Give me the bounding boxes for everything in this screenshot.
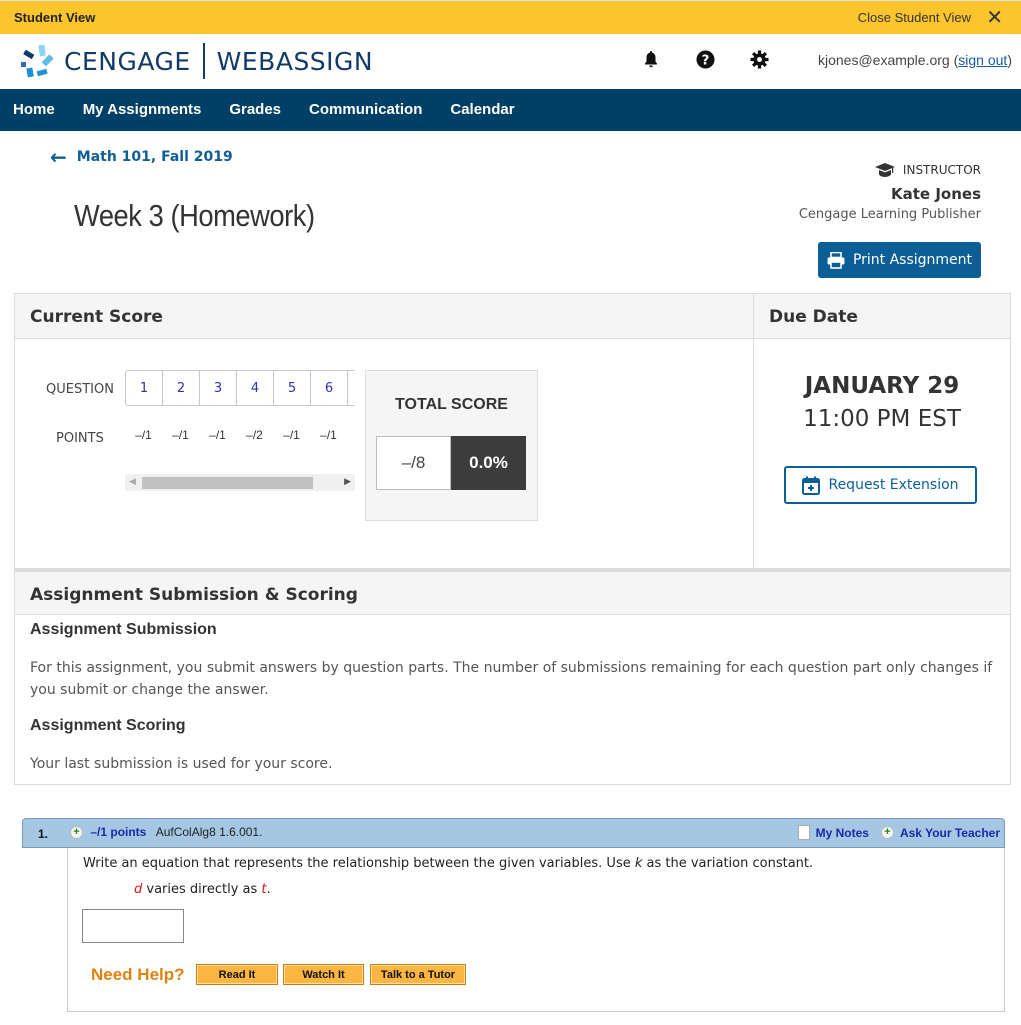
question-points-value: –/1 points: [90, 825, 147, 839]
question-body: Write an equation that represents the re…: [67, 848, 1005, 1012]
assignment-scoring-text: Your last submission is used for your sc…: [30, 756, 333, 772]
question-link-1[interactable]: 1: [126, 371, 163, 405]
help-icon[interactable]: ?: [695, 49, 715, 69]
assignment-submission-text: For this assignment, you submit answers …: [30, 660, 993, 698]
question-link-3[interactable]: 3: [200, 371, 237, 405]
submission-scoring-panel: Assignment Submission & Scoring Assignme…: [14, 568, 1011, 785]
instructor-label: INSTRUCTOR: [902, 163, 981, 177]
question-points: –/1: [283, 428, 300, 442]
question-points: –/1: [209, 428, 226, 442]
question-link-2[interactable]: 2: [163, 371, 200, 405]
due-time: 11:00 PM EST: [803, 406, 961, 432]
question-subprompt: d varies directly as t.: [134, 882, 271, 897]
due-date: JANUARY 29: [804, 373, 960, 399]
points-row-label: POINTS: [56, 431, 104, 446]
ask-teacher-plus-icon[interactable]: +: [880, 826, 894, 839]
question-link-5[interactable]: 5: [274, 371, 311, 405]
brand-cengage: CENGAGE: [64, 46, 191, 76]
question-points: –/2: [246, 428, 263, 442]
question-link-6[interactable]: 6: [311, 371, 348, 405]
instructor-name: Kate Jones: [891, 185, 981, 203]
my-notes-link[interactable]: My Notes: [816, 826, 869, 840]
print-assignment-button[interactable]: Print Assignment: [818, 242, 981, 278]
watch-it-button[interactable]: Watch It: [283, 964, 364, 985]
question-points: –/1: [320, 428, 337, 442]
due-date-panel: Due Date JANUARY 29 11:00 PM EST Request…: [753, 293, 1011, 569]
prompt-text-end: as the variation constant.: [642, 856, 814, 871]
brand-divider: [202, 43, 205, 79]
expand-plus-icon[interactable]: +: [70, 826, 83, 840]
cengage-logo-icon: [21, 44, 54, 78]
question-nav: 1 2 3 4 5 6: [125, 370, 355, 406]
submission-scoring-heading: Assignment Submission & Scoring: [15, 569, 1010, 615]
gear-icon[interactable]: [749, 49, 769, 69]
sign-out-link[interactable]: sign out: [958, 52, 1007, 68]
print-assignment-label: Print Assignment: [852, 252, 973, 268]
scroll-left-icon[interactable]: ◀: [129, 477, 136, 487]
arrow-left-icon: ←: [50, 145, 67, 169]
brand-webassign: WEBASSIGN: [216, 46, 374, 76]
due-date-heading: Due Date: [754, 294, 1010, 339]
question-prompt: Write an equation that represents the re…: [83, 856, 813, 871]
subprompt-text: varies directly as: [142, 882, 262, 897]
course-name: Math 101, Fall 2019: [76, 149, 233, 165]
request-extension-button[interactable]: Request Extension: [784, 466, 977, 504]
total-score-points: –/8: [376, 436, 451, 490]
scroll-right-icon[interactable]: ▶: [344, 477, 351, 487]
talk-to-tutor-button[interactable]: Talk to a Tutor: [370, 964, 466, 985]
cengage-webassign-logo[interactable]: CENGAGE WEBASSIGN: [18, 41, 373, 81]
app-header: CENGAGE WEBASSIGN ? kjones@example.org (…: [0, 34, 1021, 89]
request-extension-label: Request Extension: [828, 477, 959, 493]
nav-home[interactable]: Home: [0, 89, 70, 131]
total-score-box: TOTAL SCORE –/8 0.0%: [365, 370, 538, 521]
subprompt-period: .: [266, 882, 271, 897]
svg-text:?: ?: [701, 53, 709, 68]
need-help-label: Need Help?: [91, 965, 185, 984]
user-email: kjones@example.org: [817, 52, 950, 68]
user-info: kjones@example.org (sign out): [817, 52, 1012, 68]
close-student-view-link[interactable]: Close Student View: [858, 10, 971, 25]
answer-input[interactable]: [82, 909, 184, 943]
question-number: 1.: [38, 827, 49, 841]
instructor-info: INSTRUCTOR Kate Jones Cengage Learning P…: [799, 163, 981, 222]
nav-my-assignments[interactable]: My Assignments: [70, 89, 217, 131]
question-link-4[interactable]: 4: [237, 371, 274, 405]
question-row-label: QUESTION: [46, 382, 114, 397]
page-title: Week 3 (Homework): [74, 198, 315, 233]
nav-calendar[interactable]: Calendar: [437, 89, 529, 131]
student-view-bar: Student View Close Student View ✕: [0, 0, 1021, 34]
printer-icon: [827, 251, 845, 269]
back-to-course-link[interactable]: ← Math 101, Fall 2019: [50, 145, 233, 169]
bell-icon[interactable]: [641, 49, 661, 69]
question-points: –/1: [135, 428, 152, 442]
question-points: –/1: [172, 428, 189, 442]
close-icon[interactable]: ✕: [986, 6, 1003, 28]
graduation-cap-icon: [874, 163, 895, 177]
question-link-more[interactable]: [348, 371, 355, 405]
question-header: 1. + –/1 points AufColAlg8 1.6.001. My N…: [22, 818, 1005, 848]
scrollbar-thumb[interactable]: [142, 477, 313, 489]
read-it-button[interactable]: Read It: [196, 964, 278, 985]
ask-your-teacher-link[interactable]: Ask Your Teacher: [900, 826, 1000, 840]
prompt-text: Write an equation that represents the re…: [83, 856, 635, 871]
nav-communication[interactable]: Communication: [296, 89, 437, 131]
current-score-heading: Current Score: [15, 294, 753, 339]
question-scrollbar[interactable]: ◀ ▶: [125, 474, 355, 491]
instructor-org: Cengage Learning Publisher: [798, 207, 981, 222]
nav-grades[interactable]: Grades: [216, 89, 296, 131]
main-nav: Home My Assignments Grades Communication…: [0, 89, 1021, 131]
total-score-percent: 0.0%: [451, 436, 526, 490]
total-score-label: TOTAL SCORE: [395, 396, 508, 413]
points-row: –/1 –/1 –/1 –/2 –/1 –/1: [125, 428, 347, 442]
calendar-plus-icon: [802, 476, 821, 495]
current-score-panel: Current Score QUESTION POINTS 1 2 3 4 5 …: [14, 293, 754, 569]
assignment-submission-heading: Assignment Submission: [30, 621, 217, 638]
note-icon[interactable]: [797, 825, 810, 840]
student-view-label: Student View: [14, 10, 96, 25]
question-source: AufColAlg8 1.6.001.: [155, 825, 263, 839]
assignment-scoring-heading: Assignment Scoring: [30, 717, 186, 734]
